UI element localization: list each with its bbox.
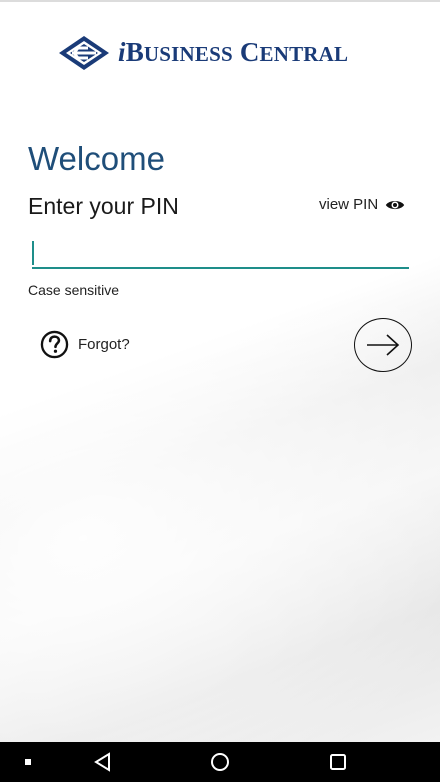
logo-entral: ENTRAL — [259, 42, 349, 66]
circle-home-icon — [211, 753, 229, 771]
view-pin-toggle[interactable]: view PIN — [319, 196, 405, 213]
forgot-pin-link[interactable]: Forgot? — [40, 330, 130, 359]
eye-icon — [386, 200, 405, 209]
brand-logo: iBUSINESS CENTRAL — [58, 34, 348, 72]
logo-c: C — [239, 37, 260, 67]
triangle-back-icon — [94, 752, 110, 772]
nav-recents-button[interactable] — [323, 742, 353, 782]
pin-label: Enter your PIN — [28, 193, 179, 219]
welcome-heading: Welcome — [28, 140, 165, 177]
brand-mark-icon — [59, 36, 109, 70]
nav-dot-button[interactable] — [18, 742, 38, 782]
forgot-label: Forgot? — [78, 336, 130, 353]
submit-pin-button[interactable] — [354, 318, 412, 372]
square-recents-icon — [330, 754, 346, 770]
logo-usiness: USINESS — [143, 42, 233, 66]
arrow-right-icon — [367, 334, 400, 356]
logo-b: B — [125, 37, 144, 67]
login-screen: iBUSINESS CENTRAL Welcome Enter your PIN… — [0, 0, 440, 742]
nav-back-button[interactable] — [88, 742, 118, 782]
top-divider — [0, 0, 440, 2]
text-caret — [32, 241, 34, 265]
case-sensitive-hint: Case sensitive — [28, 282, 120, 298]
system-nav-bar — [0, 742, 440, 782]
nav-home-button[interactable] — [205, 742, 235, 782]
question-circle-icon — [40, 330, 69, 359]
view-pin-label: view PIN — [319, 196, 379, 213]
logo-prefix: i — [118, 37, 126, 67]
pin-input[interactable] — [32, 238, 409, 269]
brand-name: iBUSINESS CENTRAL — [118, 33, 348, 73]
dot-icon — [25, 759, 31, 765]
